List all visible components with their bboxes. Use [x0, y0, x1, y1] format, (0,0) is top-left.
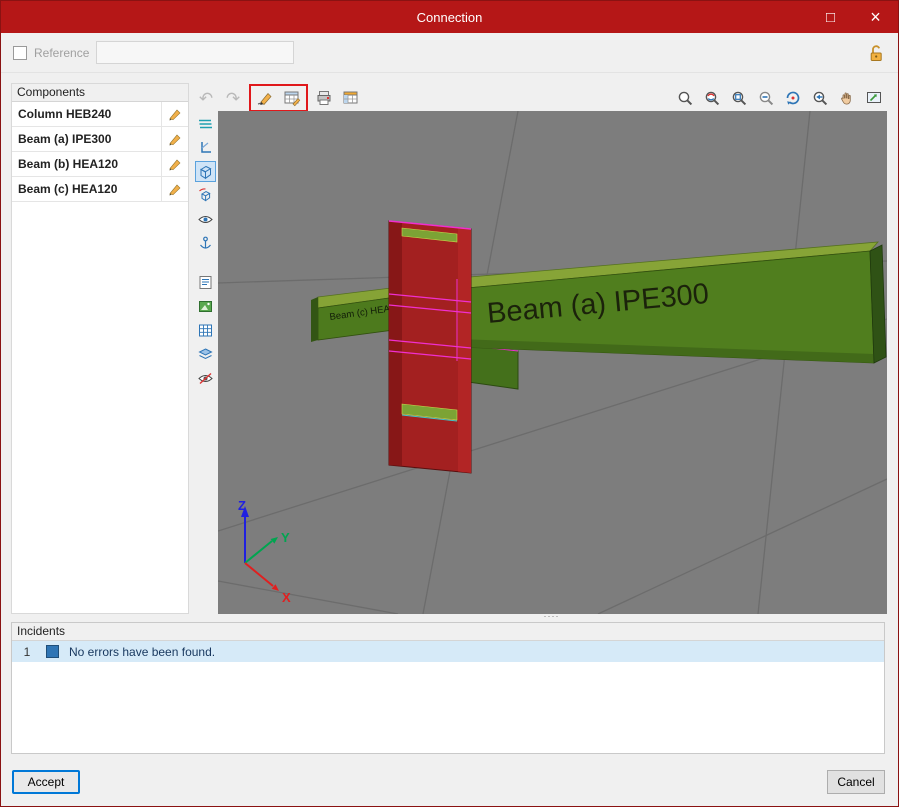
- incident-severity-icon: [46, 645, 59, 658]
- component-row-column[interactable]: Column HEB240: [12, 101, 188, 127]
- axes-icon: [201, 142, 211, 153]
- rotate-view-button[interactable]: [782, 87, 804, 109]
- connection-table-button[interactable]: [281, 87, 303, 109]
- transparent-view-button[interactable]: [195, 185, 216, 206]
- incident-row[interactable]: 1 No errors have been found.: [12, 641, 884, 662]
- viewport-3d[interactable]: Beam (a) IPE300 Beam (c) HEA120 Z Y X: [217, 110, 888, 615]
- search-button[interactable]: [674, 87, 696, 109]
- print-button[interactable]: [313, 87, 335, 109]
- search-icon: [678, 91, 693, 106]
- solid-view-button[interactable]: [195, 161, 216, 182]
- reference-label: Reference: [34, 45, 90, 60]
- incidents-header: Incidents: [12, 623, 884, 641]
- components-header: Components: [12, 84, 188, 102]
- window-title: Connection: [416, 9, 483, 25]
- axis-y-label: Y: [281, 530, 290, 545]
- incident-number: 1: [23, 644, 31, 659]
- wireframe-icon: [199, 119, 212, 129]
- supports-button[interactable]: [195, 233, 216, 254]
- workplane-button[interactable]: [195, 137, 216, 158]
- rotate-view-icon: [786, 91, 800, 105]
- axis-z-label: Z: [238, 498, 246, 513]
- wireframe-view-button[interactable]: [195, 113, 216, 134]
- print-icon: [317, 91, 331, 105]
- pencil-icon: [169, 184, 181, 196]
- cube-icon: [199, 165, 212, 180]
- anchor-icon: [200, 236, 211, 249]
- component-label: Column HEB240: [18, 107, 112, 121]
- component-row-beam-c[interactable]: Beam (c) HEA120: [12, 176, 188, 202]
- eye-off-icon: [198, 372, 213, 385]
- viewport-toolbar: ↶ ↷: [195, 84, 885, 112]
- close-button[interactable]: ×: [853, 1, 898, 33]
- component-label: Beam (c) HEA120: [18, 182, 118, 196]
- column[interactable]: [388, 220, 472, 474]
- dimensions-button[interactable]: [195, 272, 216, 293]
- pan-hand-icon: [841, 92, 851, 105]
- scene-3d[interactable]: Beam (a) IPE300 Beam (c) HEA120 Z Y X: [217, 110, 888, 615]
- zoom-window-icon: [732, 91, 747, 106]
- edit-welds-button[interactable]: [254, 87, 276, 109]
- axis-x-label: X: [282, 590, 291, 605]
- titlebar[interactable]: Connection □ ×: [1, 1, 898, 33]
- edit-component-button[interactable]: [161, 126, 188, 152]
- connection-dialog: Connection □ × Reference Components Colu…: [0, 0, 899, 807]
- highlight-box: [249, 84, 308, 112]
- eye-icon: [198, 216, 213, 223]
- bill-of-materials-button[interactable]: [340, 87, 362, 109]
- grid-view-button[interactable]: [195, 320, 216, 341]
- cube-rotate-icon: [199, 188, 211, 202]
- pencil-icon: [169, 109, 181, 121]
- reference-checkbox[interactable]: [13, 45, 27, 60]
- screenshot-button[interactable]: [195, 296, 216, 317]
- reference-input[interactable]: [96, 41, 295, 64]
- component-label: Beam (b) HEA120: [18, 157, 119, 171]
- lock-icon: [866, 43, 886, 63]
- pan-button[interactable]: [836, 87, 858, 109]
- grid-icon: [199, 324, 212, 337]
- zoom-rotate-icon: [705, 91, 720, 106]
- zoom-previous-button[interactable]: [809, 87, 831, 109]
- undo-button[interactable]: ↶: [195, 87, 217, 109]
- zoom-out-button[interactable]: [755, 87, 777, 109]
- incidents-panel: Incidents 1 No errors have been found.: [11, 622, 885, 754]
- weld-pencil-icon: [257, 92, 272, 105]
- visibility-off-button[interactable]: [195, 368, 216, 389]
- component-row-beam-a[interactable]: Beam (a) IPE300: [12, 126, 188, 152]
- redo-button[interactable]: ↷: [222, 87, 244, 109]
- layers-button[interactable]: [195, 344, 216, 365]
- zoom-window-button[interactable]: [728, 87, 750, 109]
- bom-table-icon: [343, 91, 358, 104]
- picture-icon: [199, 301, 212, 312]
- view-tool-strip: [193, 113, 218, 614]
- dimension-icon: [199, 276, 212, 289]
- pencil-icon: [169, 134, 181, 146]
- zoom-fit-button[interactable]: [863, 87, 885, 109]
- edit-component-button[interactable]: [161, 101, 188, 127]
- panel-splitter[interactable]: ····: [218, 612, 885, 622]
- maximize-button[interactable]: □: [808, 1, 853, 33]
- zoom-fit-icon: [867, 92, 881, 103]
- component-label: Beam (a) IPE300: [18, 132, 112, 146]
- pencil-icon: [169, 159, 181, 171]
- scene-background: [218, 111, 887, 614]
- table-edit-icon: [284, 91, 301, 107]
- components-panel: Components Column HEB240 Beam (a) IPE300…: [11, 83, 189, 614]
- layers-icon: [198, 348, 213, 360]
- accept-button[interactable]: Accept: [12, 770, 80, 794]
- edit-component-button[interactable]: [161, 176, 188, 202]
- reference-row: Reference: [1, 33, 898, 73]
- zoom-rotate-button[interactable]: [701, 87, 723, 109]
- incident-message: No errors have been found.: [69, 644, 216, 659]
- zoom-out-icon: [759, 91, 774, 106]
- edit-component-button[interactable]: [161, 151, 188, 177]
- component-row-beam-b[interactable]: Beam (b) HEA120: [12, 151, 188, 177]
- view-settings-button[interactable]: [195, 209, 216, 230]
- zoom-previous-icon: [813, 91, 828, 106]
- cancel-button[interactable]: Cancel: [827, 770, 885, 794]
